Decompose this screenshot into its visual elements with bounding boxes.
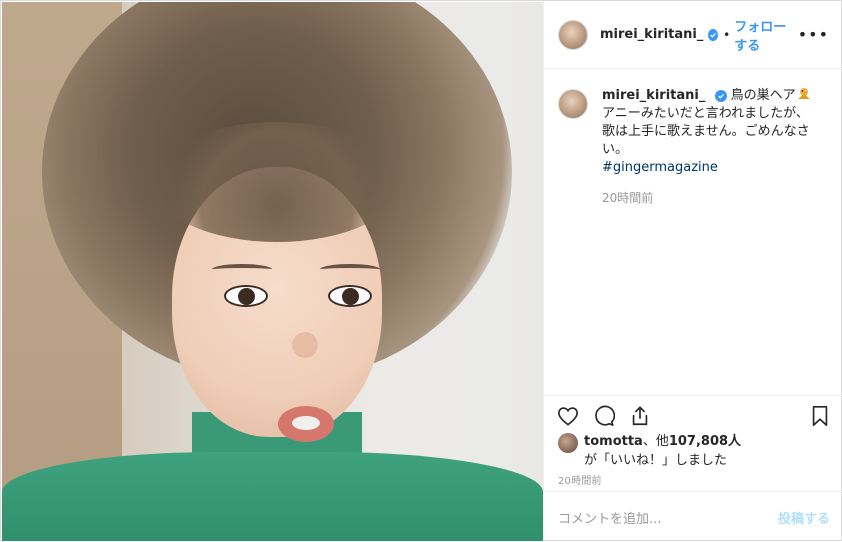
photo-brow-right	[320, 264, 380, 275]
post-photo[interactable]	[2, 2, 543, 541]
caption-username[interactable]: mirei_kiritani_	[602, 88, 705, 103]
bird-emoji-icon	[796, 88, 811, 103]
photo-mouth	[278, 406, 334, 442]
action-bar	[544, 395, 842, 435]
photo-nose	[292, 332, 318, 358]
caption-line3: 歌は上手に歌えません。ごめんなさい。	[602, 124, 810, 157]
post-timestamp[interactable]: 20時間前	[558, 472, 602, 487]
more-options-icon[interactable]: •••	[798, 25, 829, 44]
caption-avatar[interactable]	[558, 89, 588, 119]
post-comment-button[interactable]: 投稿する	[778, 508, 830, 527]
avatar[interactable]	[558, 19, 588, 50]
photo-eye-right	[328, 285, 372, 307]
comment-bubble-icon[interactable]	[592, 404, 616, 428]
post-header: mirei_kiritani_ • フォローする •••	[544, 1, 842, 69]
caption-time: 20時間前	[602, 191, 654, 205]
photo-fringe	[152, 122, 402, 242]
post-sidebar: mirei_kiritani_ • フォローする ••• mirei_kirit…	[543, 1, 842, 542]
hashtag-link[interactable]: #gingermagazine	[602, 160, 718, 175]
comment-input[interactable]: コメントを追加...	[558, 508, 778, 527]
verified-badge-icon	[708, 28, 719, 41]
caption-text: mirei_kiritani_ 鳥の巣ヘア アニーみたいだと言われましたが、 歌…	[602, 87, 817, 207]
header-username[interactable]: mirei_kiritani_	[600, 27, 703, 42]
verified-badge-icon	[714, 90, 727, 102]
likes-count[interactable]: 107,808人	[669, 434, 741, 449]
caption-comment: mirei_kiritani_ 鳥の巣ヘア アニーみたいだと言われましたが、 歌…	[544, 69, 842, 207]
follow-button[interactable]: フォローする	[734, 16, 797, 54]
likes-text: 、他	[642, 434, 669, 449]
heart-icon[interactable]	[556, 404, 580, 428]
separator-dot: •	[723, 27, 731, 42]
likes-suffix: が「いいね！」しました	[584, 453, 728, 468]
liker-username[interactable]: tomotta	[584, 434, 643, 449]
caption-line1: 鳥の巣ヘア	[730, 88, 796, 103]
photo-brow-left	[212, 264, 272, 275]
liker-avatar[interactable]	[558, 433, 578, 453]
photo-eye-left	[224, 285, 268, 307]
caption-line2: アニーみたいだと言われましたが、	[602, 106, 809, 121]
add-comment-bar: コメントを追加... 投稿する	[544, 491, 842, 542]
photo-blouse	[2, 452, 543, 541]
instagram-post: mirei_kiritani_ • フォローする ••• mirei_kirit…	[0, 0, 842, 542]
share-upload-icon[interactable]	[628, 404, 652, 428]
bookmark-icon[interactable]	[808, 404, 832, 428]
